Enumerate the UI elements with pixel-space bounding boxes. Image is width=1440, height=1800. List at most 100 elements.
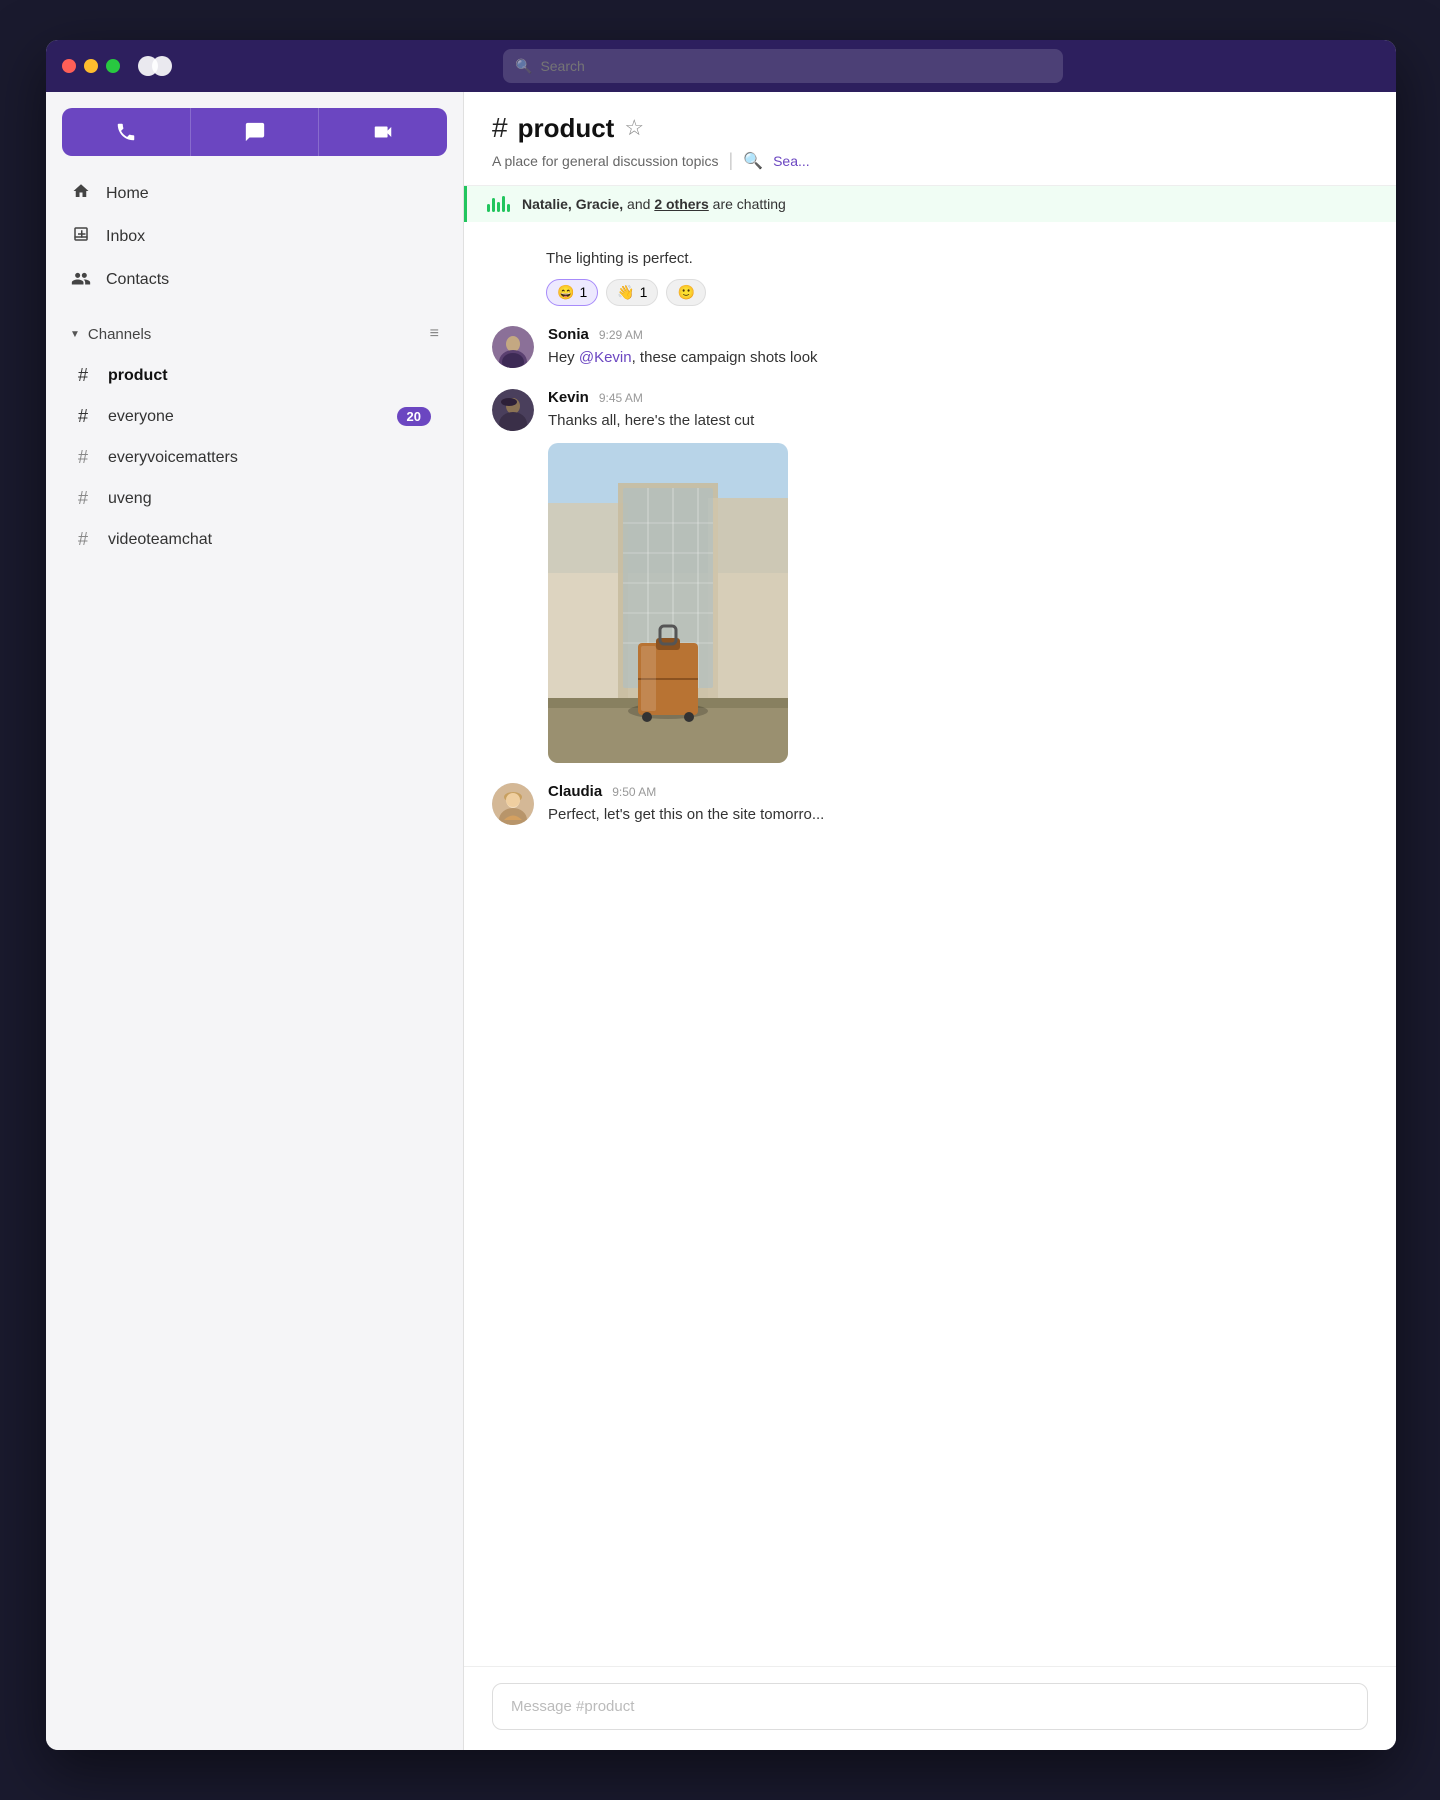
- voice-banner: Natalie, Gracie, and 2 others are chatti…: [464, 186, 1396, 222]
- time-kevin: 9:45 AM: [599, 391, 643, 405]
- message-text-1: The lighting is perfect.: [546, 248, 1368, 271]
- search-input[interactable]: [540, 58, 1051, 74]
- reaction-count-2: 1: [640, 284, 648, 300]
- contacts-label: Contacts: [106, 271, 169, 289]
- message-sonia: Sonia 9:29 AM Hey @Kevin, these campaign…: [464, 316, 1396, 380]
- chat-hash: #: [492, 112, 508, 144]
- close-button[interactable]: [62, 59, 76, 73]
- sender-sonia: Sonia: [548, 326, 589, 343]
- everyone-badge: 20: [397, 407, 431, 426]
- message-placeholder: Message #product: [511, 1698, 634, 1715]
- channel-name-videoteamchat: videoteamchat: [108, 531, 431, 549]
- smiley-icon: 🙂: [677, 284, 694, 300]
- message-text-sonia: Hey @Kevin, these campaign shots look: [548, 347, 1368, 370]
- message-header-claudia: Claudia 9:50 AM: [548, 783, 1368, 800]
- video-button[interactable]: [319, 108, 447, 156]
- channel-item-videoteamchat[interactable]: # videoteamchat: [54, 519, 455, 560]
- message-lighting: The lighting is perfect. 😄 1 👋 1: [464, 238, 1396, 316]
- voice-bar-2: [492, 198, 495, 212]
- channel-description: A place for general discussion topics: [492, 153, 718, 169]
- home-label: Home: [106, 185, 149, 203]
- voice-bar-3: [497, 202, 500, 212]
- message-text-claudia: Perfect, let's get this on the site tomo…: [548, 804, 1368, 827]
- chat-search-text[interactable]: Sea...: [773, 153, 810, 169]
- channel-item-everyvoicematters[interactable]: # everyvoicematters: [54, 437, 455, 478]
- section-title-row: ▼ Channels: [70, 326, 151, 343]
- contacts-icon: [70, 268, 92, 291]
- channel-name-everyvoicematters: everyvoicematters: [108, 449, 431, 467]
- minimize-button[interactable]: [84, 59, 98, 73]
- messages-container: The lighting is perfect. 😄 1 👋 1: [464, 222, 1396, 1666]
- chat-title-row: # product ☆: [492, 112, 1368, 144]
- app-logo: [136, 52, 174, 80]
- hash-icon-uveng: #: [78, 488, 96, 509]
- voice-banner-text: Natalie, Gracie, and 2 others are chatti…: [522, 196, 786, 212]
- chat-button[interactable]: [191, 108, 320, 156]
- sidebar-item-home[interactable]: Home: [46, 172, 463, 215]
- avatar-kevin: [492, 389, 534, 431]
- message-image-kevin: [548, 443, 788, 763]
- reaction-count-1: 1: [579, 284, 587, 300]
- channel-list: # product # everyone 20 # everyvoicematt…: [46, 355, 463, 560]
- avatar-sonia: [492, 326, 534, 368]
- sidebar-item-inbox[interactable]: Inbox: [46, 215, 463, 258]
- hash-icon-everyvoicematters: #: [78, 447, 96, 468]
- app-window: 🔍: [46, 40, 1396, 1750]
- maximize-button[interactable]: [106, 59, 120, 73]
- chat-header: # product ☆ A place for general discussi…: [464, 92, 1396, 186]
- sidebar-item-contacts[interactable]: Contacts: [46, 258, 463, 301]
- message-content-claudia: Claudia 9:50 AM Perfect, let's get this …: [548, 783, 1368, 827]
- message-content-sonia: Sonia 9:29 AM Hey @Kevin, these campaign…: [548, 326, 1368, 370]
- reaction-emoji-2: 👋: [617, 284, 634, 301]
- message-claudia: Claudia 9:50 AM Perfect, let's get this …: [464, 773, 1396, 837]
- message-header-sonia: Sonia 9:29 AM: [548, 326, 1368, 343]
- search-icon: 🔍: [515, 58, 532, 75]
- hash-icon-product: #: [78, 365, 96, 386]
- channel-name-uveng: uveng: [108, 490, 431, 508]
- channel-item-product[interactable]: # product: [54, 355, 455, 396]
- message-input[interactable]: Message #product: [492, 1683, 1368, 1730]
- sender-kevin: Kevin: [548, 389, 589, 406]
- voice-names: Natalie, Gracie,: [522, 196, 623, 212]
- voice-bar-1: [487, 204, 490, 212]
- chat-area: # product ☆ A place for general discussi…: [464, 92, 1396, 1750]
- channels-header: ▼ Channels ≡: [70, 325, 439, 343]
- channels-title: Channels: [88, 326, 151, 343]
- message-kevin: Kevin 9:45 AM Thanks all, here's the lat…: [464, 379, 1396, 773]
- voice-bars: [487, 196, 510, 212]
- hash-icon-everyone: #: [78, 406, 96, 427]
- star-icon[interactable]: ☆: [624, 115, 644, 141]
- sidebar-toolbar: [62, 108, 447, 156]
- mention-kevin[interactable]: @Kevin: [579, 349, 632, 366]
- channels-section: ▼ Channels ≡: [46, 309, 463, 355]
- main-layout: Home Inbox: [46, 92, 1396, 1750]
- time-claudia: 9:50 AM: [612, 785, 656, 799]
- hash-icon-videoteamchat: #: [78, 529, 96, 550]
- inbox-label: Inbox: [106, 228, 145, 246]
- channels-menu-icon[interactable]: ≡: [430, 325, 439, 343]
- home-icon: [70, 182, 92, 205]
- time-sonia: 9:29 AM: [599, 328, 643, 342]
- sender-claudia: Claudia: [548, 783, 602, 800]
- message-header-kevin: Kevin 9:45 AM: [548, 389, 1368, 406]
- voice-bar-4: [502, 196, 505, 212]
- avatar-claudia: [492, 783, 534, 825]
- reaction-emoji-1: 😄: [557, 284, 574, 301]
- subtitle-divider: |: [728, 150, 733, 171]
- channel-item-everyone[interactable]: # everyone 20: [54, 396, 455, 437]
- inbox-icon: [70, 225, 92, 248]
- search-bar[interactable]: 🔍: [503, 49, 1063, 83]
- reaction-wave[interactable]: 👋 1: [606, 279, 658, 306]
- reactions-1: 😄 1 👋 1 🙂: [546, 279, 1368, 306]
- channel-item-uveng[interactable]: # uveng: [54, 478, 455, 519]
- sidebar-nav: Home Inbox: [46, 164, 463, 309]
- add-reaction-button[interactable]: 🙂: [666, 279, 705, 306]
- voice-others[interactable]: 2 others: [654, 196, 708, 212]
- reaction-smile[interactable]: 😄 1: [546, 279, 598, 306]
- voice-bar-5: [507, 204, 510, 212]
- traffic-lights: [62, 59, 120, 73]
- message-text-kevin: Thanks all, here's the latest cut: [548, 410, 1368, 433]
- phone-button[interactable]: [62, 108, 191, 156]
- sidebar: Home Inbox: [46, 92, 464, 1750]
- chat-search-icon: 🔍: [743, 151, 763, 171]
